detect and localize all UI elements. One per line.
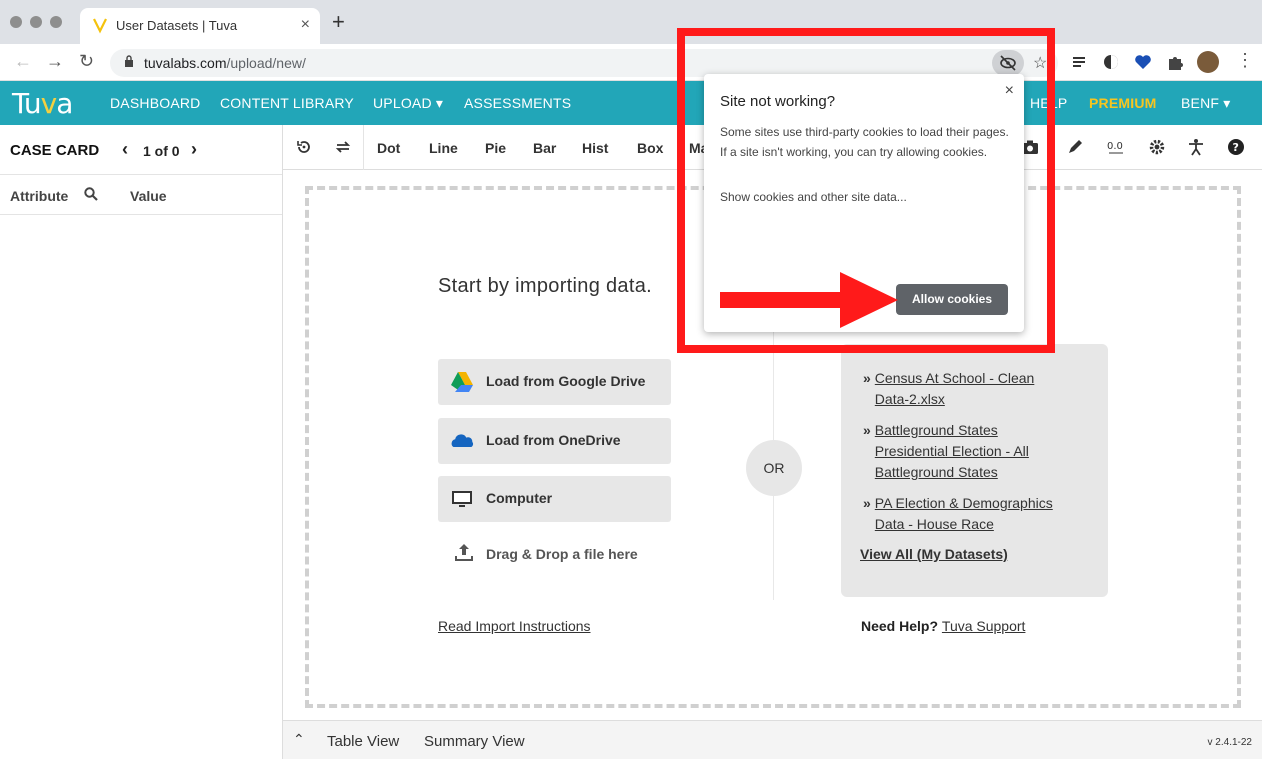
sample-dataset-link[interactable]: Battleground States Presidential Election… xyxy=(875,420,1090,483)
graph-type-bar[interactable]: Bar xyxy=(533,140,556,156)
toolbar-divider xyxy=(363,125,364,170)
google-drive-icon xyxy=(451,372,473,392)
window-maximize-dot[interactable] xyxy=(50,16,62,28)
onedrive-cloud-icon xyxy=(451,434,474,447)
graph-type-dot[interactable]: Dot xyxy=(377,140,400,156)
swap-axes-icon[interactable] xyxy=(334,138,352,156)
tab-close-icon[interactable]: × xyxy=(301,16,310,34)
onedrive-button[interactable]: Load from OneDrive xyxy=(438,418,671,464)
sample-dataset-item: » Battleground States Presidential Electio… xyxy=(863,420,1090,483)
tuva-favicon-icon xyxy=(93,18,107,34)
pencil-icon[interactable] xyxy=(1066,138,1084,156)
tuva-logo[interactable]: Tuva xyxy=(12,87,73,120)
drag-drop-label: Drag & Drop a file here xyxy=(486,546,638,562)
decimal-format-icon[interactable]: 0.0 xyxy=(1107,138,1125,156)
browser-toolbar: ← → ↻ tuvalabs.com/upload/new/ ☆ ⋮ xyxy=(0,44,1262,81)
settings-gear-icon[interactable] xyxy=(1148,138,1166,156)
browser-tab[interactable]: User Datasets | Tuva × xyxy=(80,8,320,44)
extensions-puzzle-icon[interactable] xyxy=(1166,53,1184,71)
sample-datasets-panel: » Census At School - Clean Data-2.xlsx » Ba… xyxy=(841,344,1108,597)
or-badge: OR xyxy=(746,440,802,496)
case-card-title: CASE CARD xyxy=(10,142,100,159)
nav-upload[interactable]: UPLOAD ▾ xyxy=(373,95,443,112)
computer-label: Computer xyxy=(486,490,553,506)
google-drive-button[interactable]: Load from Google Drive xyxy=(438,359,671,405)
reset-icon[interactable] xyxy=(295,138,313,156)
browser-tab-bar: User Datasets | Tuva × + xyxy=(0,0,1262,44)
case-prev-chevron-icon[interactable]: ‹ xyxy=(122,139,128,160)
read-import-instructions-link[interactable]: Read Import Instructions xyxy=(438,618,591,634)
dark-mode-icon[interactable] xyxy=(1102,53,1120,71)
graph-type-line[interactable]: Line xyxy=(429,140,458,156)
sample-dataset-link[interactable]: Census At School - Clean Data-2.xlsx xyxy=(875,368,1090,410)
browser-menu-icon[interactable]: ⋮ xyxy=(1236,50,1254,71)
onedrive-label: Load from OneDrive xyxy=(486,432,621,448)
table-view-tab[interactable]: Table View xyxy=(327,733,399,750)
nav-content-library[interactable]: CONTENT LIBRARY xyxy=(220,95,354,111)
expand-chevron-up-icon[interactable]: ⌃ xyxy=(293,731,305,748)
help-question-icon[interactable]: ? xyxy=(1227,138,1245,156)
profile-avatar[interactable] xyxy=(1197,51,1219,73)
sample-dataset-item: » Census At School - Clean Data-2.xlsx xyxy=(863,368,1090,410)
upload-tray-icon xyxy=(455,544,473,561)
computer-upload-button[interactable]: Computer xyxy=(438,476,671,522)
need-help-text: Need Help? Tuva Support xyxy=(861,618,1026,634)
sample-dataset-link[interactable]: PA Election & Demographics Data - House R… xyxy=(875,493,1090,535)
forward-icon[interactable]: → xyxy=(46,51,64,72)
nav-dashboard[interactable]: DASHBOARD xyxy=(110,95,200,111)
annotation-red-arrow-icon xyxy=(720,272,898,328)
case-card-columns: Attribute Value xyxy=(0,175,282,215)
tab-title: User Datasets | Tuva xyxy=(116,18,238,33)
sample-dataset-item: » PA Election & Demographics Data - House … xyxy=(863,493,1090,535)
graph-type-box[interactable]: Box xyxy=(637,140,663,156)
accessibility-icon[interactable] xyxy=(1187,138,1205,156)
svg-text:?: ? xyxy=(1233,141,1239,154)
lock-icon xyxy=(125,55,133,67)
google-drive-label: Load from Google Drive xyxy=(486,373,646,389)
search-icon[interactable] xyxy=(84,187,98,201)
view-all-datasets-link[interactable]: View All (My Datasets) xyxy=(860,546,1008,562)
graph-type-hist[interactable]: Hist xyxy=(582,140,608,156)
nav-user-menu[interactable]: BENF ▾ xyxy=(1181,95,1230,112)
case-count: 1 of 0 xyxy=(143,143,180,159)
nav-premium[interactable]: PREMIUM xyxy=(1089,95,1157,111)
summary-view-tab[interactable]: Summary View xyxy=(424,733,525,750)
computer-monitor-icon xyxy=(452,491,472,507)
graph-type-pie[interactable]: Pie xyxy=(485,140,506,156)
nav-assessments[interactable]: ASSESSMENTS xyxy=(464,95,571,111)
window-minimize-dot[interactable] xyxy=(30,16,42,28)
reading-list-icon[interactable] xyxy=(1071,53,1089,71)
back-icon[interactable]: ← xyxy=(14,51,32,72)
start-importing-heading: Start by importing data. xyxy=(438,275,652,297)
svg-text:0.0: 0.0 xyxy=(1107,141,1123,152)
bottom-view-bar: ⌃ Table View Summary View v 2.4.1-22 xyxy=(283,720,1262,759)
case-next-chevron-icon[interactable]: › xyxy=(191,139,197,160)
url-text: tuvalabs.com/upload/new/ xyxy=(144,55,306,71)
version-label: v 2.4.1-22 xyxy=(1207,737,1252,748)
new-tab-button[interactable]: + xyxy=(332,11,345,33)
value-header: Value xyxy=(130,188,167,204)
app-navbar: Tuva DASHBOARD CONTENT LIBRARY UPLOAD ▾ … xyxy=(0,81,1262,125)
window-close-dot[interactable] xyxy=(10,16,22,28)
reload-icon[interactable]: ↻ xyxy=(79,51,94,72)
case-card-panel: CASE CARD ‹ 1 of 0 › Attribute Value xyxy=(0,125,283,759)
tuva-support-link[interactable]: Tuva Support xyxy=(942,618,1026,634)
drag-drop-hint: Drag & Drop a file here xyxy=(438,536,671,566)
case-card-header: CASE CARD ‹ 1 of 0 › xyxy=(0,125,282,175)
attribute-header: Attribute xyxy=(10,188,69,204)
heart-extension-icon[interactable] xyxy=(1134,53,1152,71)
